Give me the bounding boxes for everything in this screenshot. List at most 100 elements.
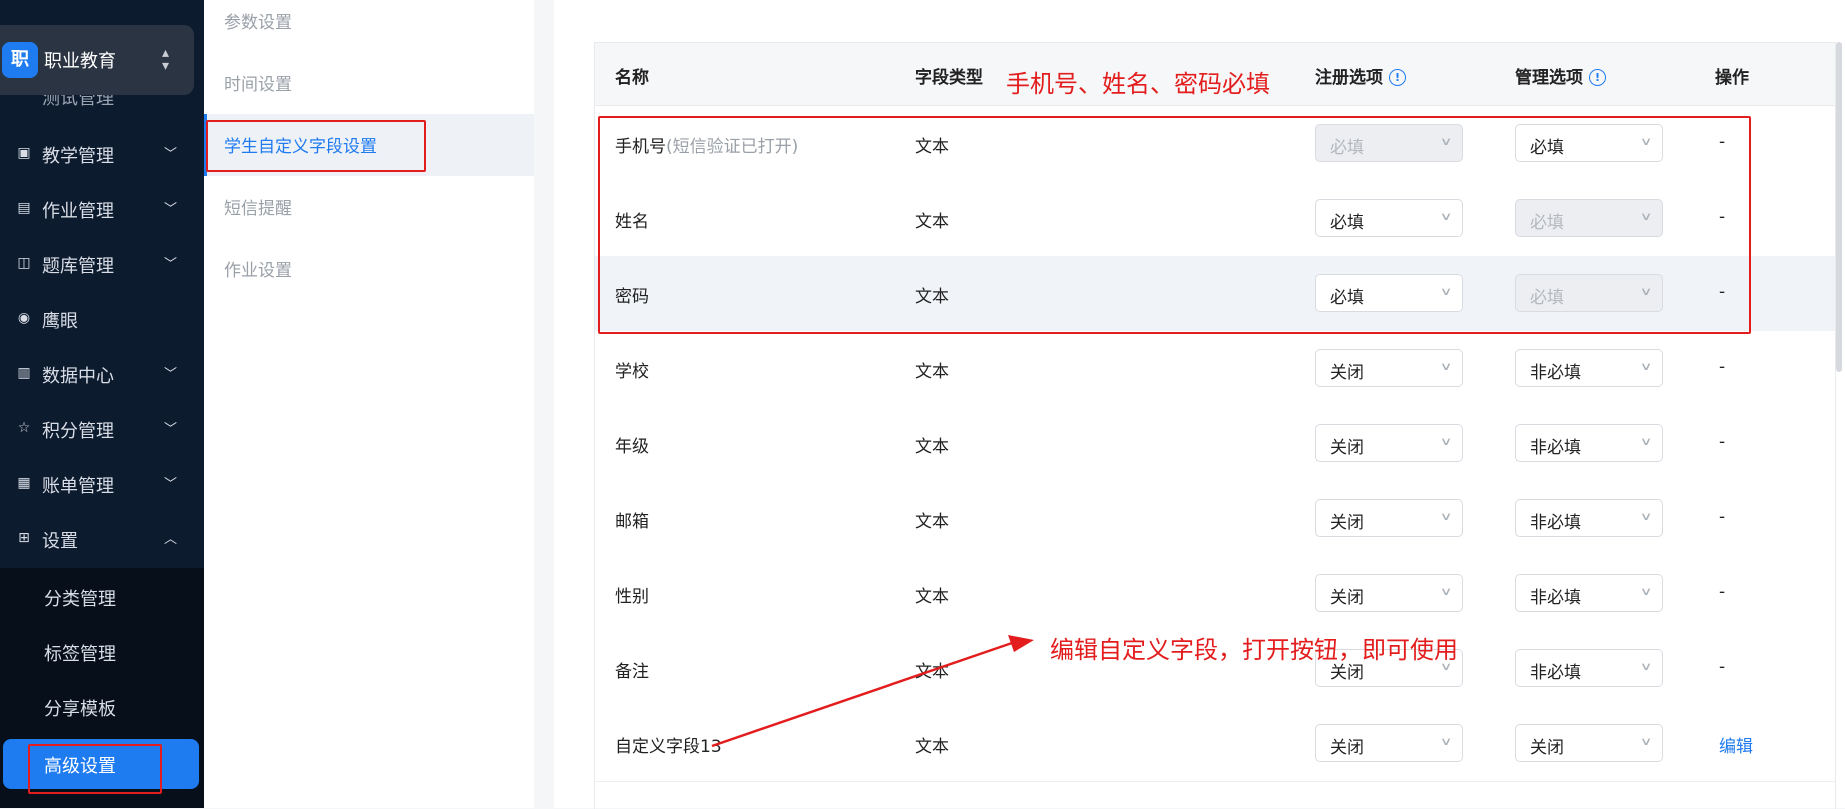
chevron-down-icon: ∨ xyxy=(1439,435,1453,448)
sidebar-item-eagle-eye[interactable]: ◉ 鹰眼 xyxy=(0,292,204,347)
col-header-register: 注册选项! xyxy=(1315,63,1406,88)
info-icon[interactable]: ! xyxy=(1389,69,1406,86)
chevron-down-icon: ∨ xyxy=(1639,435,1653,448)
bill-icon: ▦ xyxy=(17,475,31,491)
chevron-down-icon: ∨ xyxy=(1639,660,1653,673)
settings-menu-sms[interactable]: 短信提醒 xyxy=(204,176,534,238)
sidebar-subitem-label: 分享模板 xyxy=(44,699,116,720)
select-value: 关闭 xyxy=(1330,513,1364,533)
copy-icon: ◫ xyxy=(17,255,31,271)
info-icon[interactable]: ! xyxy=(1589,69,1606,86)
org-logo: 职 xyxy=(2,42,38,78)
sidebar-item-label: 账单管理 xyxy=(42,476,114,497)
register-select[interactable]: 关闭 ∨ xyxy=(1315,574,1463,612)
select-value: 关闭 xyxy=(1330,588,1364,608)
settings-menu-homework[interactable]: 作业设置 xyxy=(204,238,534,300)
settings-menu-label: 时间设置 xyxy=(224,75,292,95)
book-icon: ▣ xyxy=(17,145,31,161)
cell-name: 年级 xyxy=(615,437,649,457)
col-header-type: 字段类型 xyxy=(915,68,983,88)
cell-name: 学校 xyxy=(615,362,649,382)
chevron-down-icon: ∨ xyxy=(1439,360,1453,373)
sidebar-subitem-category[interactable]: 分类管理 xyxy=(0,570,204,625)
cell-type: 文本 xyxy=(915,587,949,607)
chevron-down-icon: ﹀ xyxy=(164,422,178,437)
select-value: 非必填 xyxy=(1530,438,1581,458)
manage-select[interactable]: 非必填 ∨ xyxy=(1515,349,1663,387)
sidebar: 职 职业教育 ▴ ▾ 测试管理 ▣ 教学管理 ﹀ ▤ 作业管理 ﹀ ◫ 题库管理 … xyxy=(0,0,204,808)
annotation-required-note: 手机号、姓名、密码必填 xyxy=(1006,70,1270,98)
sidebar-item-settings[interactable]: ⊞ 设置 ︿ xyxy=(0,512,204,567)
manage-select[interactable]: 非必填 ∨ xyxy=(1515,574,1663,612)
cell-type: 文本 xyxy=(915,662,949,682)
settings-menu-time[interactable]: 时间设置 xyxy=(204,52,534,114)
chevron-down-icon: ∨ xyxy=(1639,360,1653,373)
chevron-down-icon: ∨ xyxy=(1439,510,1453,523)
select-value: 非必填 xyxy=(1530,513,1581,533)
sidebar-item-question-bank[interactable]: ◫ 题库管理 ﹀ xyxy=(0,237,204,292)
cell-name: 性别 xyxy=(615,587,649,607)
register-select[interactable]: 关闭 ∨ xyxy=(1315,724,1463,762)
annotation-edit-note: 编辑自定义字段，打开按钮，即可使用 xyxy=(1050,636,1458,664)
select-value: 非必填 xyxy=(1530,363,1581,383)
clipboard-icon: ▤ xyxy=(17,200,31,216)
chevron-down-icon: ﹀ xyxy=(164,202,178,217)
settings-menu-label: 作业设置 xyxy=(224,261,292,281)
settings-menu-params[interactable]: 参数设置 xyxy=(204,0,534,52)
sidebar-item-teaching[interactable]: ▣ 教学管理 ﹀ xyxy=(0,127,204,182)
edit-link[interactable]: 编辑 xyxy=(1719,732,1753,757)
manage-select[interactable]: 关闭 ∨ xyxy=(1515,724,1663,762)
sidebar-item-data-center[interactable]: ▥ 数据中心 ﹀ xyxy=(0,347,204,402)
col-header-action: 操作 xyxy=(1715,68,1749,88)
select-value: 非必填 xyxy=(1530,663,1581,683)
scrollbar[interactable] xyxy=(1836,42,1842,372)
sidebar-item-homework[interactable]: ▤ 作业管理 ﹀ xyxy=(0,182,204,237)
chevron-up-icon: ︿ xyxy=(164,532,178,547)
register-select[interactable]: 关闭 ∨ xyxy=(1315,349,1463,387)
select-value: 关闭 xyxy=(1330,438,1364,458)
col-header-name: 名称 xyxy=(615,68,649,88)
table-row: 邮箱 文本 关闭 ∨ 非必填 ∨ - xyxy=(595,481,1835,557)
updown-arrows-icon[interactable]: ▴ ▾ xyxy=(162,46,169,73)
annotation-box-student-fields xyxy=(206,120,426,172)
cell-type: 文本 xyxy=(915,437,949,457)
sidebar-item-partial[interactable]: 测试管理 xyxy=(0,95,204,109)
grid-icon: ⊞ xyxy=(18,530,30,546)
table-row: 性别 文本 关闭 ∨ 非必填 ∨ - xyxy=(595,556,1835,632)
cell-type: 文本 xyxy=(915,512,949,532)
sidebar-subitem-tags[interactable]: 标签管理 xyxy=(0,625,204,680)
select-value: 非必填 xyxy=(1530,588,1581,608)
chevron-down-icon: ﹀ xyxy=(164,367,178,382)
manage-select[interactable]: 非必填 ∨ xyxy=(1515,499,1663,537)
action-placeholder: - xyxy=(1719,432,1726,452)
sidebar-item-points[interactable]: ☆ 积分管理 ﹀ xyxy=(0,402,204,457)
org-name: 职业教育 xyxy=(44,51,116,72)
manage-select[interactable]: 非必填 ∨ xyxy=(1515,649,1663,687)
table-row: 自定义字段13 文本 关闭 ∨ 关闭 ∨ 编辑 xyxy=(595,706,1835,782)
settings-menu-label: 参数设置 xyxy=(224,13,292,33)
table-row: 学校 文本 关闭 ∨ 非必填 ∨ - xyxy=(595,331,1835,407)
sidebar-item-bills[interactable]: ▦ 账单管理 ﹀ xyxy=(0,457,204,512)
chevron-down-icon: ﹀ xyxy=(164,147,178,162)
cell-type: 文本 xyxy=(915,362,949,382)
sidebar-subitem-label: 标签管理 xyxy=(44,644,116,665)
register-select[interactable]: 关闭 ∨ xyxy=(1315,499,1463,537)
sidebar-item-label: 题库管理 xyxy=(42,256,114,277)
action-placeholder: - xyxy=(1719,507,1726,527)
register-select[interactable]: 关闭 ∨ xyxy=(1315,424,1463,462)
chevron-down-icon: ∨ xyxy=(1439,735,1453,748)
sidebar-item-label: 教学管理 xyxy=(42,146,114,167)
eye-icon: ◉ xyxy=(17,310,31,326)
chevron-down-icon: ∨ xyxy=(1639,735,1653,748)
col-header-manage: 管理选项! xyxy=(1515,63,1606,88)
cell-name: 自定义字段13 xyxy=(615,737,722,757)
action-placeholder: - xyxy=(1719,357,1726,377)
select-value: 关闭 xyxy=(1530,738,1564,758)
sidebar-item-label: 鹰眼 xyxy=(42,311,78,332)
cell-name: 邮箱 xyxy=(615,512,649,532)
sidebar-subitem-share-template[interactable]: 分享模板 xyxy=(0,680,204,735)
org-switcher[interactable]: 职 职业教育 ▴ ▾ xyxy=(0,25,194,95)
chevron-down-icon: ﹀ xyxy=(164,257,178,272)
manage-select[interactable]: 非必填 ∨ xyxy=(1515,424,1663,462)
cell-name: 备注 xyxy=(615,662,649,682)
